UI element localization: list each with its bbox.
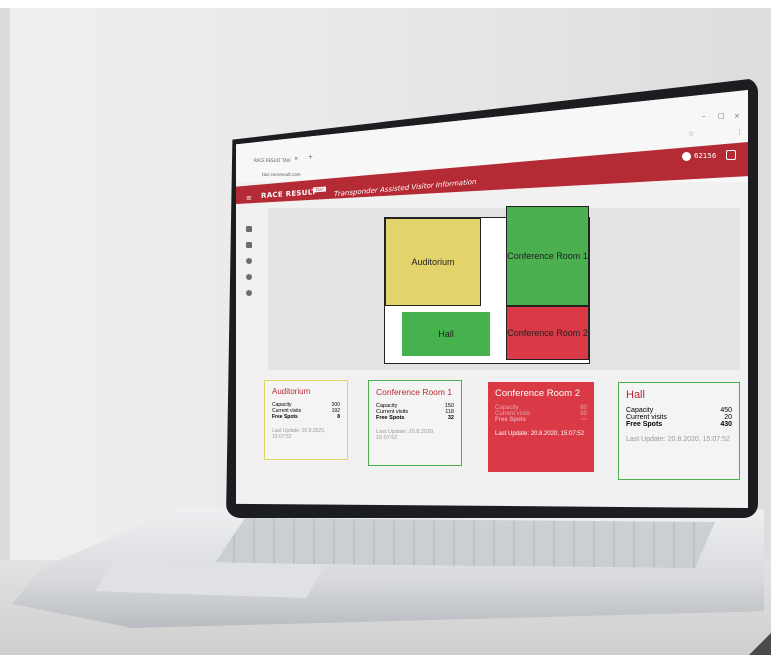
capacity-label: Capacity [626,407,654,414]
laptop-screen: RACE RESULT TAVI × + – □ × tavi.raceresu… [236,90,748,508]
last-update: Last Update: 20.8.2020, 15:07:52 [272,428,326,440]
sidebar-gear-icon[interactable] [246,274,252,280]
maximize-icon[interactable]: □ [718,112,725,120]
brand-badge: TAVI [313,186,326,193]
sidebar-users-icon[interactable] [246,242,252,248]
free-label: Free Spots [376,415,405,421]
last-update: Last Update: 20.8.2020, 15:07:52 [626,436,730,443]
minimize-icon[interactable]: – [702,112,706,120]
sidebar-settings-icon[interactable] [246,290,252,296]
room-label: Conference Room 1 [507,251,588,261]
free-value: 430 [720,421,732,428]
visits-label: Current visits [626,414,667,421]
visits-value: 20 [724,414,732,421]
user-icon[interactable] [682,152,691,161]
room-label: Conference Room 2 [507,328,588,338]
sidebar-clock-icon[interactable] [246,258,252,264]
free-value: 32 [447,415,454,421]
browser-tab[interactable]: RACE RESULT TAVI [254,158,291,163]
free-label: Free Spots [272,414,298,420]
room-card[interactable]: Conference Room 2 Capacity 80 Current vis… [488,382,594,472]
window-close-icon[interactable]: × [734,112,740,120]
laptop-keyboard [215,518,715,568]
card-title: Hall [626,389,645,401]
sidebar-dashboard-icon[interactable] [246,226,252,232]
new-tab-icon[interactable]: + [308,154,313,161]
left-shade [0,8,10,648]
free-value: --- [581,417,587,423]
logout-icon[interactable] [726,150,736,160]
room-card[interactable]: Conference Room 1 Capacity 150 Current vi… [368,380,462,466]
last-update: Last Update: 20.8.2020, 15:07:52 [376,429,435,441]
card-title: Conference Room 1 [376,387,453,397]
room-auditorium[interactable]: Auditorium [385,218,481,306]
room-conference-2[interactable]: Conference Room 2 [506,306,589,360]
room-conference-1[interactable]: Conference Room 1 [506,206,589,306]
hamburger-menu-icon[interactable]: ≡ [246,194,252,202]
room-hall[interactable]: Hall [402,312,490,356]
card-title: Auditorium [272,387,311,396]
room-label: Hall [438,329,454,339]
free-label: Free Spots [495,417,527,423]
corner-mark [749,633,771,655]
last-update: Last Update: 20.8.2020, 15:07:52 [495,431,585,437]
address-bar[interactable]: tavi.raceresult.com [262,172,301,177]
room-card[interactable]: Auditorium Capacity 200 Current visits 192… [264,380,348,460]
free-label: Free Spots [626,421,663,428]
capacity-value: 450 [720,407,732,414]
free-value: 8 [337,414,340,420]
browser-menu-icon[interactable]: ⋮ [736,128,743,136]
top-strip [0,0,771,8]
card-title: Conference Room 2 [495,388,581,399]
room-label: Auditorium [411,257,455,267]
tab-close-icon[interactable]: × [294,156,298,162]
user-id: 62156 [694,152,717,160]
room-card[interactable]: Hall Capacity 450 Current visits 20 Free S… [618,382,740,480]
bookmark-icon[interactable]: ☆ [688,130,694,138]
